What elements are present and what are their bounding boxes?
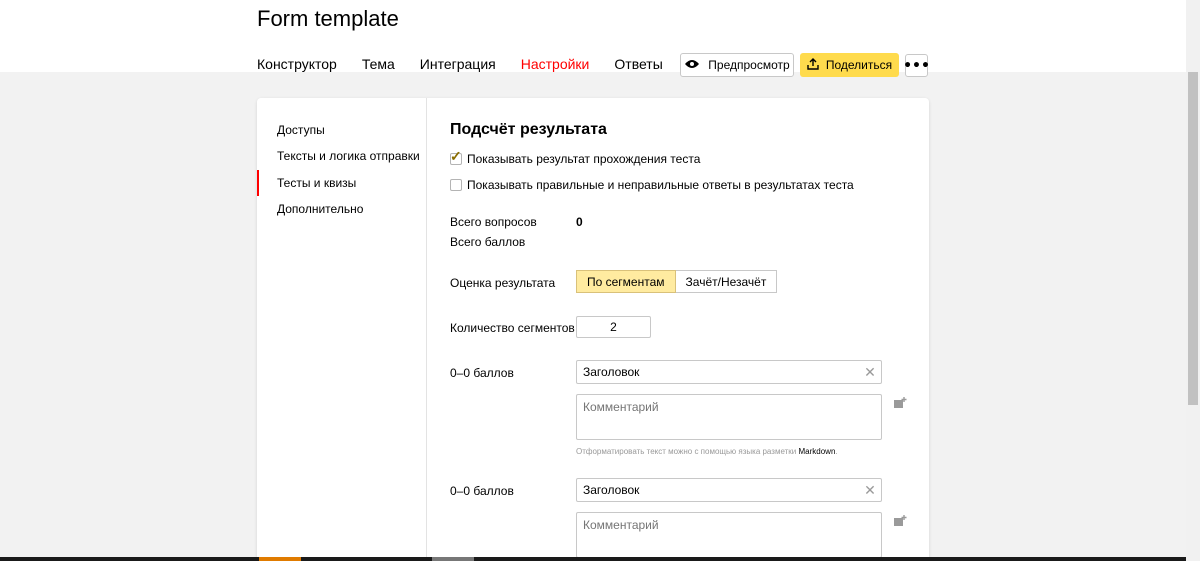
segments-count-label: Количество сегментов — [450, 321, 575, 335]
sidebar-item-access[interactable]: Доступы — [277, 123, 325, 137]
segment-title-input[interactable]: Заголовок ✕ — [576, 360, 882, 384]
markdown-hint-text: Отформатировать текст можно с помощью яз… — [576, 447, 799, 456]
sidebar-item-tests-quizzes[interactable]: Тесты и квизы — [277, 176, 356, 190]
sidebar-item-texts-logic[interactable]: Тексты и логика отправки — [277, 149, 420, 163]
segment-comment-textarea[interactable] — [576, 512, 882, 558]
evaluation-option-pass-fail[interactable]: Зачёт/Незачёт — [675, 270, 778, 293]
add-image-icon[interactable] — [893, 396, 907, 410]
scrollbar-thumb[interactable] — [1188, 72, 1198, 405]
tab-integration[interactable]: Интеграция — [420, 56, 496, 72]
total-points-label: Всего баллов — [450, 235, 526, 249]
evaluation-radio-group: По сегментам Зачёт/Незачёт — [576, 270, 778, 293]
share-label: Поделиться — [825, 58, 893, 72]
segment-range-label: 0–0 баллов — [450, 366, 514, 380]
total-questions-label: Всего вопросов — [450, 215, 537, 229]
tab-answers[interactable]: Ответы — [614, 56, 662, 72]
show-answers-label: Показывать правильные и неправильные отв… — [467, 178, 854, 192]
taskbar-item — [432, 557, 474, 561]
tab-theme[interactable]: Тема — [362, 56, 395, 72]
top-nav: Конструктор Тема Интеграция Настройки От… — [257, 56, 688, 72]
evaluation-label: Оценка результата — [450, 276, 556, 290]
sidebar-active-indicator — [257, 170, 259, 196]
show-answers-checkbox[interactable] — [450, 179, 462, 191]
preview-label: Предпросмотр — [708, 58, 790, 72]
evaluation-option-segments[interactable]: По сегментам — [576, 270, 676, 293]
segment-title-input[interactable]: Заголовок ✕ — [576, 478, 882, 502]
tab-constructor[interactable]: Конструктор — [257, 56, 337, 72]
share-button[interactable]: Поделиться — [800, 53, 899, 77]
show-answers-checkbox-row[interactable]: Показывать правильные и неправильные отв… — [450, 178, 854, 192]
check-icon: ✓ — [450, 148, 462, 164]
form-title: Form template — [257, 6, 399, 31]
segment-title-value: Заголовок — [583, 365, 640, 379]
eye-icon — [684, 58, 700, 72]
tab-settings[interactable]: Настройки — [521, 56, 590, 72]
markdown-hint-end: . — [835, 447, 838, 456]
show-result-checkbox-row[interactable]: ✓ Показывать результат прохождения теста — [450, 148, 701, 166]
show-result-label: Показывать результат прохождения теста — [467, 152, 701, 166]
segment-range-label: 0–0 баллов — [450, 484, 514, 498]
more-dots-icon: ••• — [903, 57, 930, 74]
segment-title-value: Заголовок — [583, 483, 640, 497]
upload-icon — [807, 57, 819, 73]
card-divider — [426, 98, 427, 561]
markdown-link[interactable]: Markdown — [799, 447, 836, 456]
section-title: Подсчёт результата — [450, 121, 607, 138]
sidebar-item-additional[interactable]: Дополнительно — [277, 202, 363, 216]
show-result-checkbox[interactable]: ✓ — [450, 148, 462, 165]
taskbar-strip — [0, 557, 1186, 561]
more-options-button[interactable]: ••• — [903, 54, 930, 77]
preview-button[interactable]: Предпросмотр — [680, 53, 794, 77]
add-image-icon[interactable] — [893, 514, 907, 528]
segment-comment-textarea[interactable] — [576, 394, 882, 440]
clear-icon[interactable]: ✕ — [859, 364, 881, 381]
taskbar-accent — [259, 557, 301, 561]
clear-icon[interactable]: ✕ — [859, 482, 881, 499]
markdown-hint: Отформатировать текст можно с помощью яз… — [576, 447, 838, 456]
total-questions-value: 0 — [576, 215, 583, 229]
segments-count-input[interactable] — [576, 316, 651, 338]
